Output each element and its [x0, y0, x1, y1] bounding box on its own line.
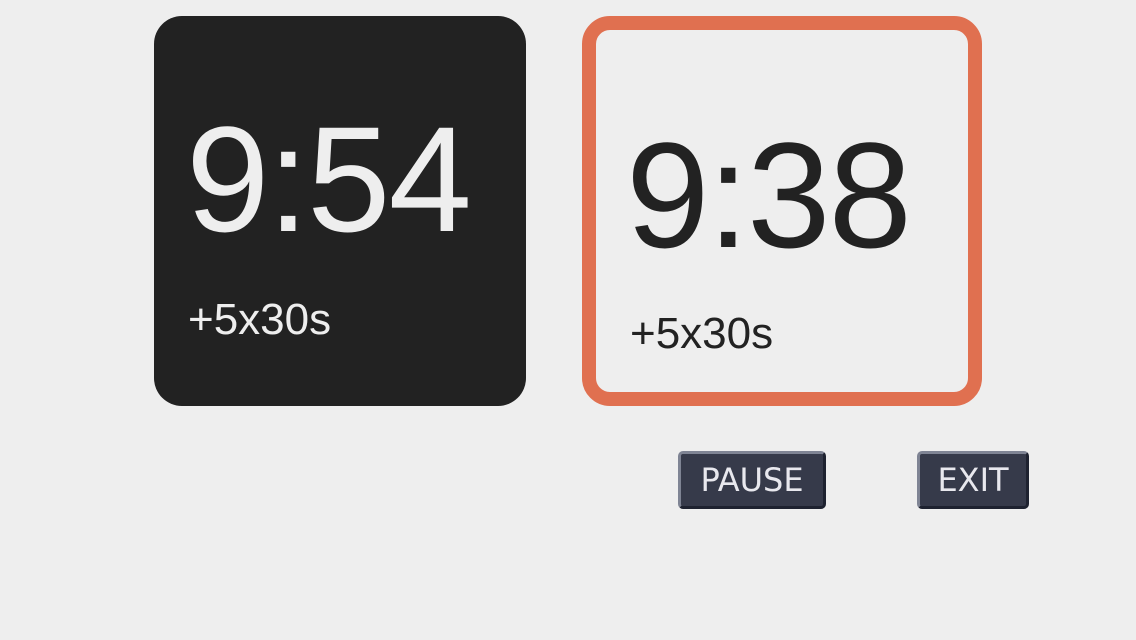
pause-button[interactable]: PAUSE — [678, 451, 826, 509]
player-one-increment: +5x30s — [188, 295, 332, 344]
player-two-increment: +5x30s — [630, 309, 774, 358]
player-two-clock-active[interactable]: 9:38 +5x30s — [582, 16, 982, 406]
player-two-time: 9:38 — [626, 111, 912, 279]
player-one-time: 9:54 — [186, 95, 472, 263]
player-one-clock[interactable]: 9:54 +5x30s — [154, 16, 526, 406]
exit-button[interactable]: EXIT — [917, 451, 1029, 509]
game-clock-screen: 9:54 +5x30s 9:38 +5x30s PAUSE EXIT — [0, 0, 1136, 640]
